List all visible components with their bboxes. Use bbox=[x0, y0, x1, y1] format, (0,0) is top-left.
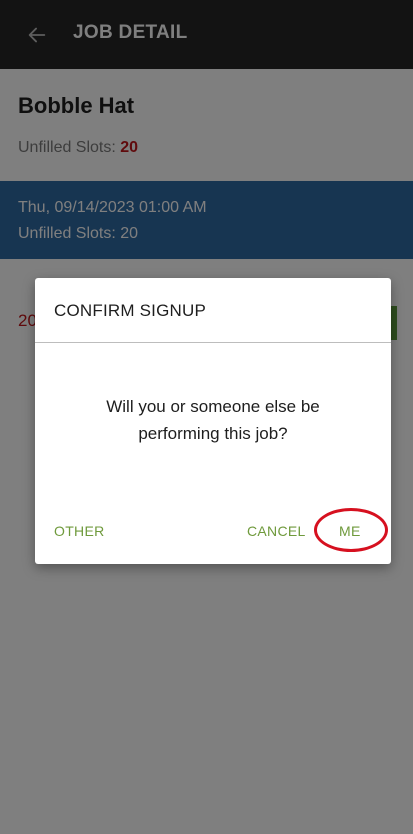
dialog-divider bbox=[35, 342, 391, 343]
dialog-title: CONFIRM SIGNUP bbox=[54, 301, 207, 320]
dialog-message: Will you or someone else be performing t… bbox=[106, 397, 320, 443]
cancel-button[interactable]: CANCEL bbox=[247, 523, 306, 539]
other-button[interactable]: OTHER bbox=[54, 523, 105, 539]
screen: JOB DETAIL Bobble Hat Unfilled Slots: 20… bbox=[0, 0, 413, 834]
highlight-annotation-ellipse bbox=[314, 508, 388, 552]
confirm-signup-dialog: CONFIRM SIGNUP Will you or someone else … bbox=[35, 278, 391, 564]
